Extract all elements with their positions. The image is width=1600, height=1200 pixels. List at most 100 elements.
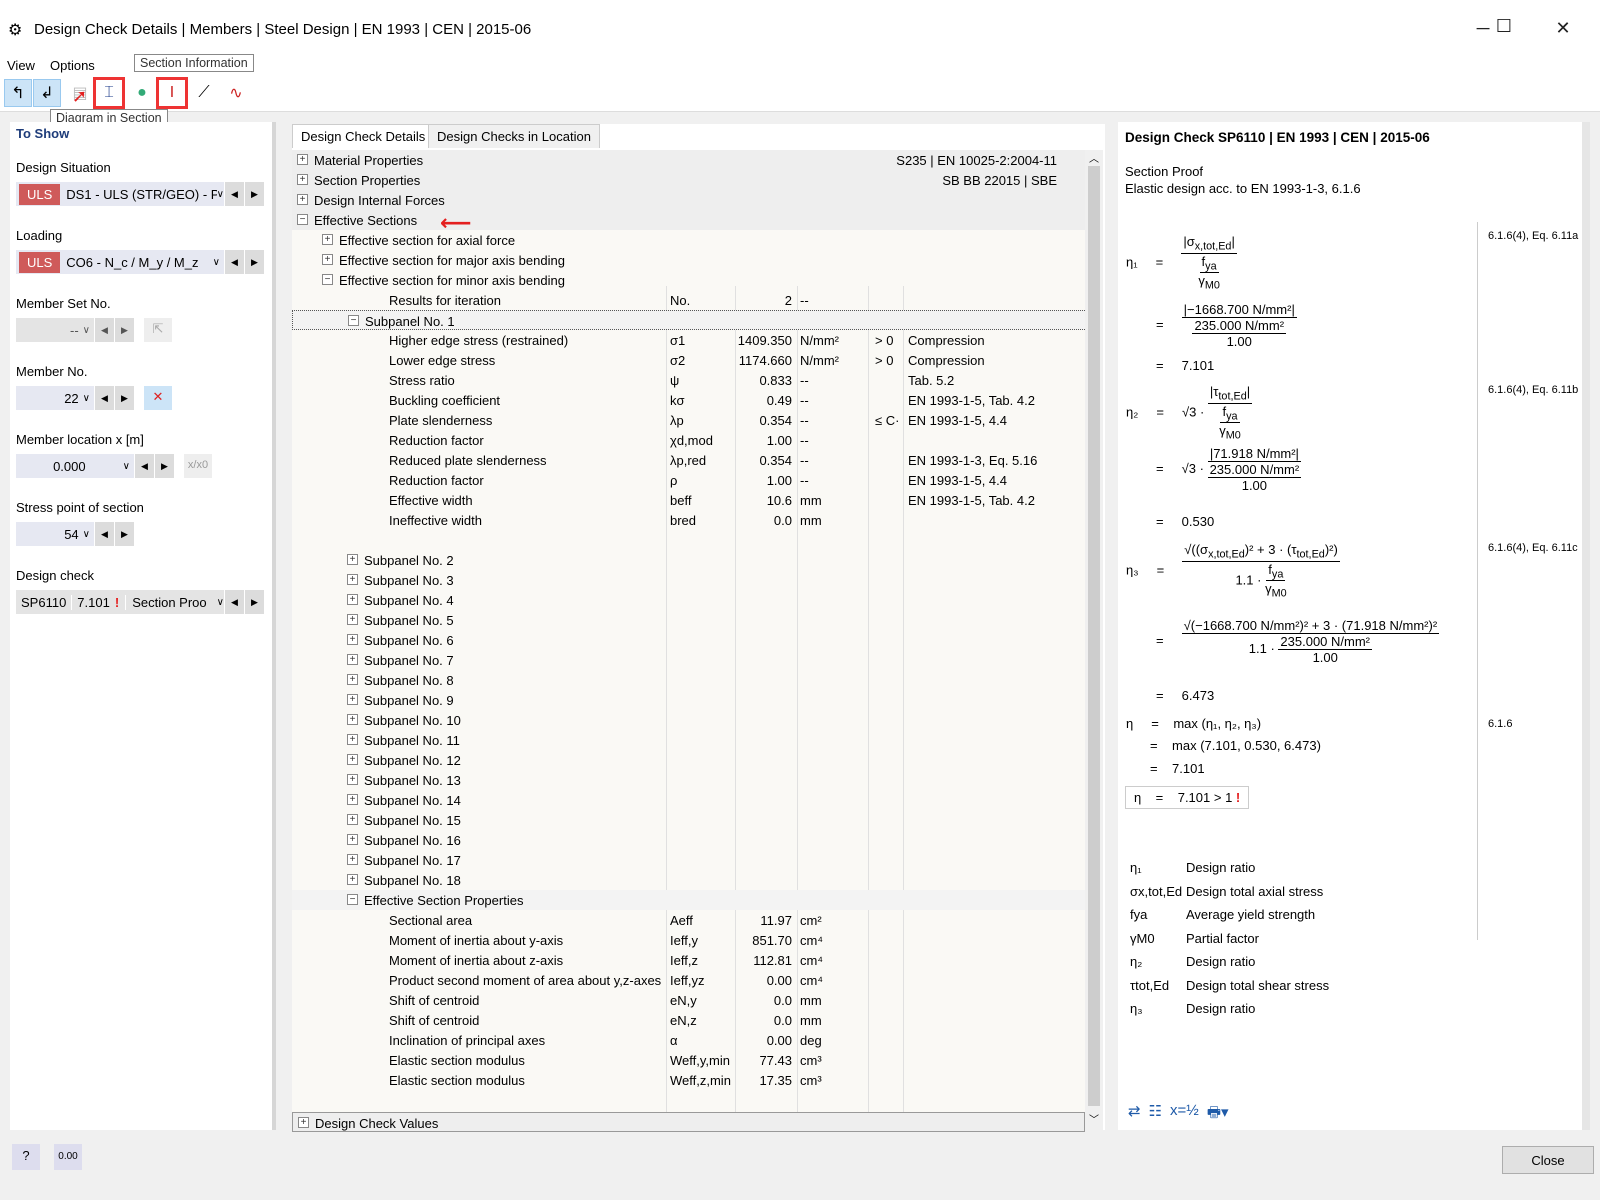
prev-button[interactable]: ◀ [94,386,114,410]
section-information-icon[interactable]: I [156,77,188,109]
tree-row-design-check-values[interactable]: + Design Check Values [292,1112,1085,1132]
pick-member-icon[interactable]: ✕ [144,386,172,410]
maximize-button[interactable]: ☐ [1489,16,1519,37]
tree-row[interactable]: + Subpanel No. 16 [292,830,1087,850]
tree-row[interactable]: + Design Internal Forces [292,190,1087,210]
fire-diagram-icon[interactable]: ⟋ [190,79,218,107]
tree-row[interactable]: + Subpanel No. 5 [292,610,1087,630]
tree-row[interactable]: + Subpanel No. 14 [292,790,1087,810]
select-next-icon[interactable]: ↲ [33,79,61,107]
select-prev-icon[interactable]: ↰ [4,79,32,107]
tree-row[interactable]: + Subpanel No. 13 [292,770,1087,790]
tree-row[interactable]: + Subpanel No. 11 [292,730,1087,750]
expand-icon[interactable]: + [347,554,358,565]
expand-icon[interactable]: + [347,714,358,725]
member-diagram-icon[interactable]: ∿ [222,79,250,107]
formula-icon[interactable]: x=½ [1170,1102,1199,1127]
tree-row[interactable]: + Subpanel No. 8 [292,670,1087,690]
next-button[interactable]: ▶ [114,522,134,546]
prev-button[interactable]: ◀ [94,318,114,342]
tree-row[interactable]: + Subpanel No. 2 [292,550,1087,570]
swap-icon[interactable]: ⇄ [1128,1102,1141,1127]
print-icon[interactable]: 🖶▾ [1207,1102,1229,1127]
expand-icon[interactable]: + [347,734,358,745]
tree-row[interactable]: + Subpanel No. 6 [292,630,1087,650]
tree-row[interactable]: + Subpanel No. 3 [292,570,1087,590]
diagram-in-section-icon[interactable]: ⌶ [93,77,125,109]
prev-button[interactable]: ◀ [94,522,114,546]
expand-icon[interactable]: + [347,834,358,845]
list-icon[interactable]: ☷ [1149,1102,1162,1127]
tree-row[interactable]: + Subpanel No. 15 [292,810,1087,830]
member-set-select[interactable]: -- ∨ ◀ ▶ [16,318,134,342]
pick-member-set-icon[interactable]: ⇱ [144,318,172,342]
expand-icon[interactable]: + [297,154,308,165]
tree-row[interactable]: + Section Properties SB BB 22015 | SBE [292,170,1087,190]
collapse-icon[interactable]: − [297,214,308,225]
collapse-icon[interactable]: − [347,894,358,905]
tree-row[interactable]: − Subpanel No. 1 [292,310,1087,330]
next-button[interactable]: ▶ [154,454,174,478]
next-button[interactable]: ▶ [244,182,264,206]
stress-points-icon[interactable]: ● [128,79,156,107]
expand-icon[interactable]: + [347,814,358,825]
tree-row[interactable]: + Subpanel No. 4 [292,590,1087,610]
expand-icon[interactable]: + [297,174,308,185]
member-select[interactable]: 22 ∨ ◀ ▶ [16,386,134,410]
vertical-scrollbar[interactable]: ︿ ﹀ [1085,150,1103,1130]
expand-icon[interactable]: + [347,594,358,605]
prev-button[interactable]: ◀ [224,590,244,614]
expand-icon[interactable]: + [347,654,358,665]
expand-icon[interactable]: + [347,634,358,645]
expand-icon[interactable]: + [347,614,358,625]
tree-row[interactable]: + Subpanel No. 9 [292,690,1087,710]
tab-design-checks-in-location[interactable]: Design Checks in Location [428,124,600,148]
prev-button[interactable]: ◀ [134,454,154,478]
prev-button[interactable]: ◀ [224,250,244,274]
tree-row[interactable]: + Subpanel No. 12 [292,750,1087,770]
tree-row[interactable]: + Subpanel No. 17 [292,850,1087,870]
tree-row[interactable]: + Subpanel No. 10 [292,710,1087,730]
tree-row[interactable]: + Subpanel No. 18 [292,870,1087,890]
expand-icon[interactable]: + [347,574,358,585]
design-situation-select[interactable]: ULS DS1 - ULS (STR/GEO) - Pe ∨ ◀ ▶ [16,182,264,206]
expand-icon[interactable]: + [347,854,358,865]
tree-row[interactable]: + Subpanel No. 7 [292,650,1087,670]
tree-row[interactable]: − Effective Section Properties [292,890,1087,910]
relative-location-button[interactable]: x/x0 [184,454,212,478]
expand-icon[interactable]: + [298,1117,309,1128]
collapse-icon[interactable]: − [348,315,359,326]
expand-icon[interactable]: + [297,194,308,205]
expand-icon[interactable]: + [347,754,358,765]
tree-row[interactable]: − Effective section for minor axis bendin… [292,270,1087,290]
collapse-icon[interactable]: − [322,274,333,285]
units-icon[interactable]: 0.00 [54,1144,82,1170]
next-button[interactable]: ▶ [244,590,264,614]
tree-row[interactable]: − Effective Sections [292,210,1087,230]
prev-button[interactable]: ◀ [224,182,244,206]
expand-icon[interactable]: + [347,774,358,785]
tree-row[interactable]: + Material Properties S235 | EN 10025-2:20… [292,150,1087,170]
loading-select[interactable]: ULS CO6 - N_c / M_y / M_z ∨ ◀ ▶ [16,250,264,274]
design-check-select[interactable]: SP6110 7.101 ! Section Proo ∨ ◀ ▶ [16,590,264,614]
next-button[interactable]: ▶ [244,250,264,274]
menu-view[interactable]: View [7,58,35,73]
expand-icon[interactable]: + [347,674,358,685]
expand-icon[interactable]: + [347,874,358,885]
next-button[interactable]: ▶ [114,386,134,410]
menu-options[interactable]: Options [50,58,95,73]
scrollbar-thumb[interactable] [1088,166,1100,1106]
tab-design-check-details[interactable]: Design Check Details [292,124,435,148]
expand-icon[interactable]: + [322,234,333,245]
expand-icon[interactable]: + [347,794,358,805]
expand-icon[interactable]: + [322,254,333,265]
tree-row[interactable]: + Effective section for major axis bendin… [292,250,1087,270]
location-select[interactable]: 0.000 ∨ ◀ ▶ [16,454,174,478]
close-button[interactable]: Close [1502,1146,1594,1174]
help-icon[interactable]: ? [12,1144,40,1170]
close-window-button[interactable]: ✕ [1548,18,1578,39]
next-button[interactable]: ▶ [114,318,134,342]
stress-point-select[interactable]: 54 ∨ ◀ ▶ [16,522,134,546]
tree-row[interactable]: + Effective section for axial force [292,230,1087,250]
expand-icon[interactable]: + [347,694,358,705]
